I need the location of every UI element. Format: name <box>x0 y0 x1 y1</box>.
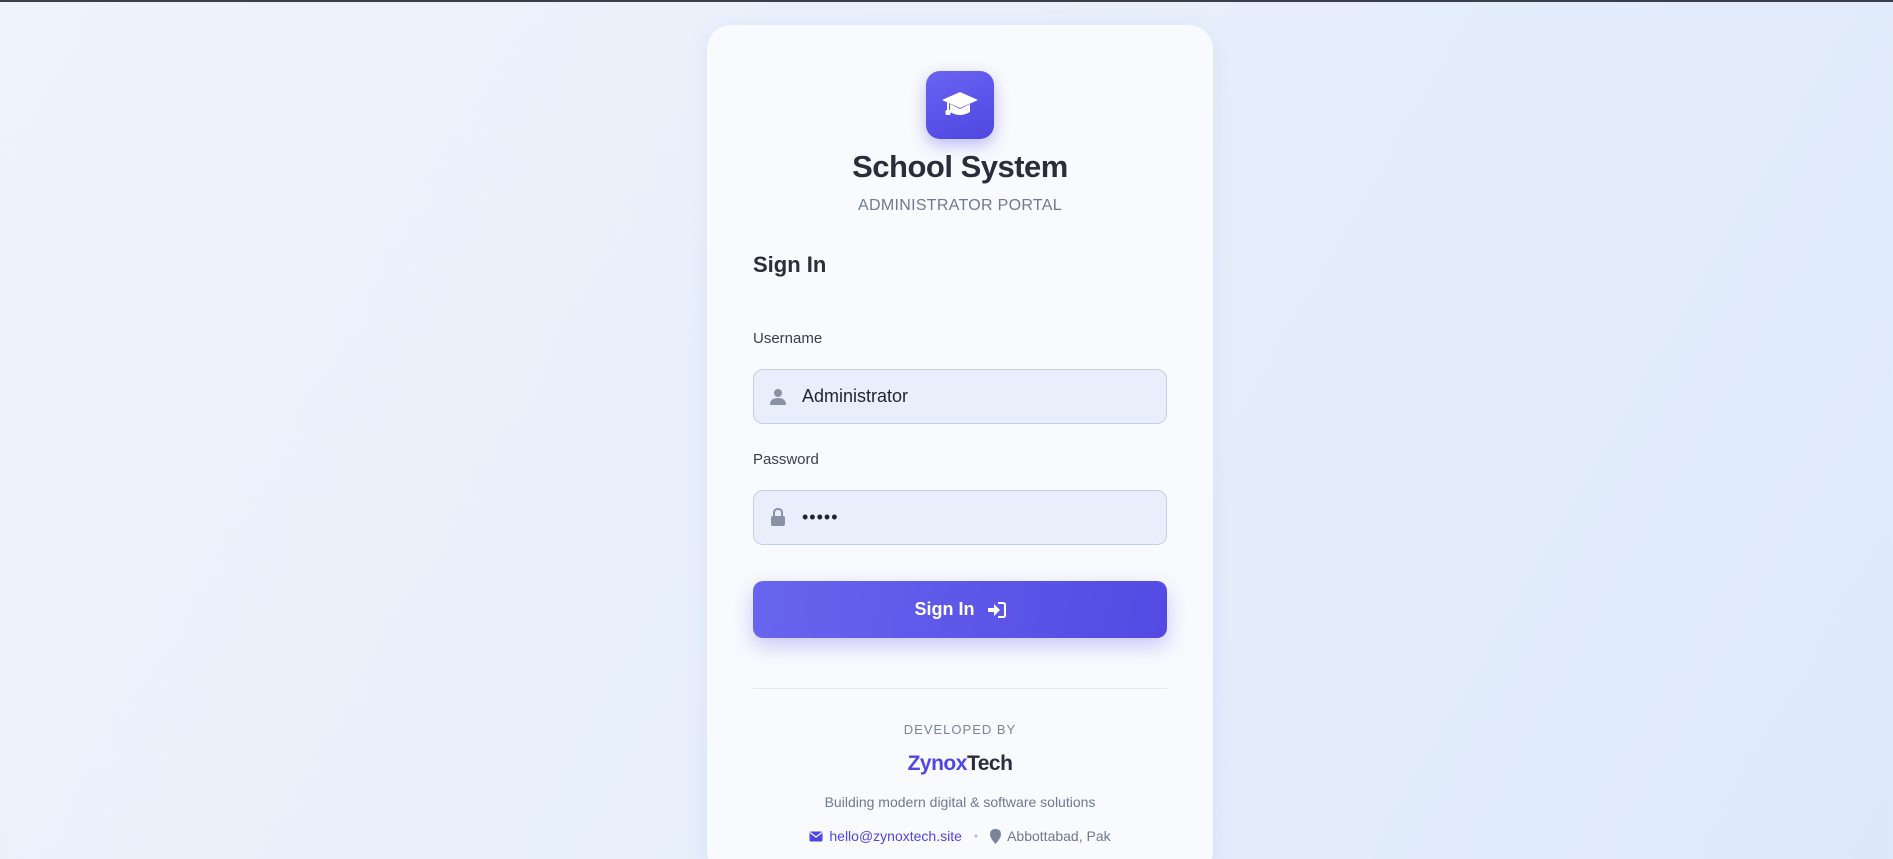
app-subtitle: ADMINISTRATOR PORTAL <box>858 197 1062 214</box>
lock-icon <box>754 508 802 527</box>
contact-separator: • <box>973 829 979 843</box>
brand-name-part1: Zynox <box>907 752 968 775</box>
user-icon <box>754 388 802 406</box>
app-logo <box>926 71 994 139</box>
developer-brand: ZynoxTech <box>707 752 1213 776</box>
map-pin-icon <box>990 828 1002 844</box>
window-top-border <box>0 0 1893 2</box>
developer-tagline: Building modern digital & software solut… <box>824 794 1096 810</box>
envelope-icon <box>809 831 823 841</box>
developed-by-label: DEVELOPED BY <box>903 722 1017 737</box>
form-heading: Sign In <box>753 252 827 277</box>
login-card: School System ADMINISTRATOR PORTAL Sign … <box>707 25 1213 859</box>
password-input[interactable]: ••••• <box>802 507 839 528</box>
sign-in-button-label: Sign In <box>914 599 975 619</box>
contact-location: Abbottabad, Pak <box>1007 828 1111 844</box>
contact-email-link[interactable]: hello@zynoxtech.site <box>829 828 962 844</box>
app-title: School System <box>852 149 1068 184</box>
username-label: Username <box>753 330 823 347</box>
username-input[interactable] <box>802 386 1166 407</box>
footer-divider <box>753 688 1167 689</box>
brand-name-part2: Tech <box>966 752 1013 775</box>
password-label: Password <box>753 451 819 468</box>
sign-in-arrow-icon <box>987 601 1006 618</box>
graduation-cap-icon <box>942 92 978 115</box>
contact-row: hello@zynoxtech.site • Abbottabad, Pak <box>707 828 1213 844</box>
password-field[interactable]: ••••• <box>753 490 1167 545</box>
username-field[interactable] <box>753 369 1167 424</box>
sign-in-button[interactable]: Sign In <box>753 581 1167 638</box>
